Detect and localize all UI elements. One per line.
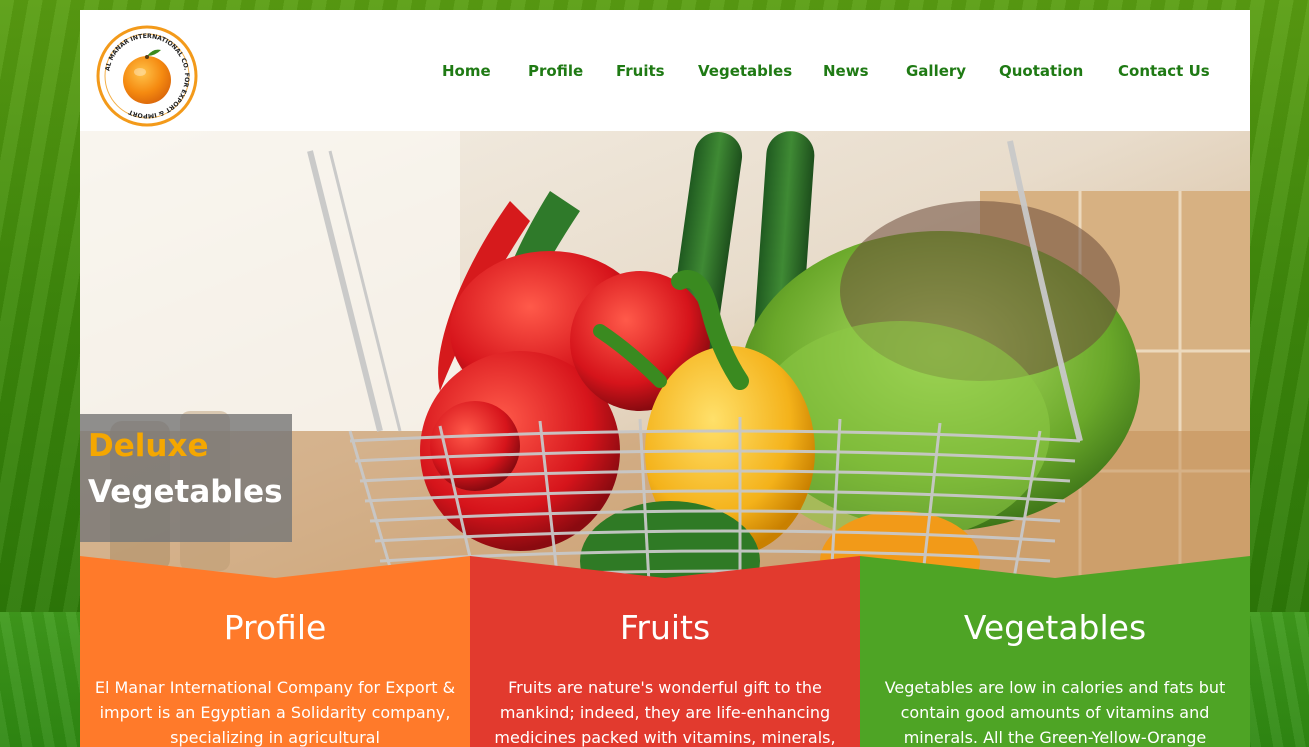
fruits-panel[interactable]: Fruits Fruits are nature's wonderful gif… (470, 556, 860, 747)
site-container: AL MANAR INTERNATIONAL CO. FOR EXPORT & … (80, 10, 1250, 747)
profile-panel-text: El Manar International Company for Expor… (94, 678, 456, 747)
hero-caption-highlight: Deluxe (88, 428, 209, 464)
hero-caption: Deluxe Vegetables (80, 414, 292, 542)
nav-news[interactable]: News (823, 58, 869, 84)
nav-contact-us[interactable]: Contact Us (1118, 58, 1210, 84)
vegetables-panel-title[interactable]: Vegetables (860, 608, 1250, 648)
site-header: AL MANAR INTERNATIONAL CO. FOR EXPORT & … (80, 10, 1250, 131)
hero-caption-title: Vegetables (88, 474, 283, 510)
nav-home[interactable]: Home (442, 58, 491, 84)
profile-panel[interactable]: Profile El Manar International Company f… (80, 556, 470, 747)
main-navigation: Home Profile Fruits Vegetables News Gall… (80, 58, 1250, 84)
fruits-panel-text: Fruits are nature's wonderful gift to th… (494, 678, 836, 747)
vegetables-panel-text: Vegetables are low in calories and fats … (884, 678, 1226, 747)
nav-vegetables[interactable]: Vegetables (698, 58, 792, 84)
nav-profile[interactable]: Profile (528, 58, 583, 84)
fruits-panel-title[interactable]: Fruits (470, 608, 860, 648)
nav-fruits[interactable]: Fruits (616, 58, 665, 84)
hero-slider[interactable]: Deluxe Vegetables (80, 131, 1250, 601)
nav-gallery[interactable]: Gallery (906, 58, 966, 84)
nav-quotation[interactable]: Quotation (999, 58, 1083, 84)
profile-panel-title[interactable]: Profile (80, 608, 470, 648)
feature-panels: Profile El Manar International Company f… (80, 556, 1250, 747)
vegetables-panel[interactable]: Vegetables Vegetables are low in calorie… (860, 556, 1250, 747)
